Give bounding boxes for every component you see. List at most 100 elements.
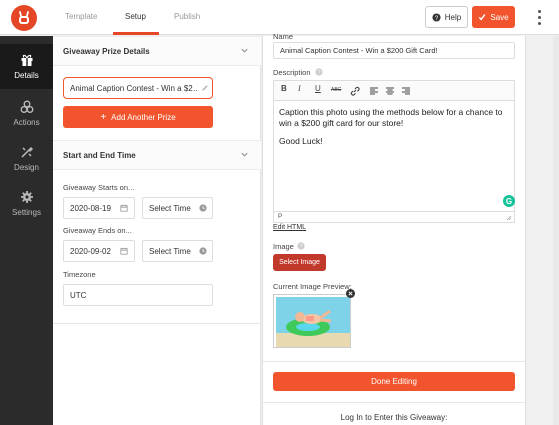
image-label: Image	[273, 242, 294, 251]
sidebar-item-label: Design	[14, 163, 39, 172]
pencil-icon[interactable]	[201, 84, 209, 92]
timezone-value: UTC	[70, 290, 87, 300]
tab-setup[interactable]: Setup	[125, 12, 146, 21]
start-time-field[interactable]: Select Time	[142, 197, 213, 219]
active-tab-indicator	[113, 32, 159, 35]
underline-button[interactable]: U	[315, 84, 321, 93]
sidebar-item-label: Details	[14, 71, 39, 80]
image-preview	[273, 289, 355, 348]
clock-icon	[199, 204, 207, 212]
help-button[interactable]: ? Help	[425, 6, 468, 28]
strikethrough-button[interactable]: ABC	[331, 87, 341, 93]
start-date-field[interactable]: 2020-08-19	[63, 197, 135, 219]
name-label: Name	[273, 32, 294, 41]
remove-image-icon[interactable]	[346, 289, 355, 298]
calendar-icon	[120, 247, 128, 255]
prize-name-field[interactable]: Animal Caption Contest - Win a $2…	[63, 77, 213, 99]
divider	[263, 361, 525, 362]
top-bar: Template Setup Publish ? Help Save	[0, 0, 559, 35]
add-prize-button[interactable]: + Add Another Prize	[63, 106, 213, 128]
align-center-icon[interactable]	[385, 86, 395, 96]
sidebar-item-label: Settings	[12, 208, 41, 217]
element-path: P	[278, 213, 283, 220]
timezone-label: Timezone	[63, 270, 96, 279]
more-options-icon[interactable]	[535, 8, 543, 26]
rich-text-editor[interactable]: B I U ABC Caption this photo using the m…	[273, 80, 515, 223]
link-icon[interactable]	[350, 86, 360, 96]
chevron-down-icon	[241, 152, 248, 157]
editor-toolbar: B I U ABC	[274, 81, 514, 101]
starts-label: Giveaway Starts on...	[63, 183, 135, 192]
tab-publish[interactable]: Publish	[174, 12, 200, 21]
sidebar-item-label: Actions	[13, 118, 40, 127]
sidebar-item-details[interactable]: Details	[0, 44, 53, 89]
section-title: Giveaway Prize Details	[63, 47, 150, 56]
align-right-icon[interactable]	[401, 86, 411, 96]
title-field[interactable]: Animal Caption Contest - Win a $200 Gift…	[273, 42, 515, 59]
description-line: win a $200 gift card for our store!	[279, 118, 404, 128]
current-preview-label: Current Image Preview:	[273, 282, 352, 291]
svg-text:?: ?	[299, 244, 302, 250]
prize-name-value: Animal Caption Contest - Win a $2…	[70, 83, 198, 93]
sidebar-nav: Details Actions Design Settings	[0, 36, 53, 425]
divider	[263, 402, 525, 403]
end-time-field[interactable]: Select Time	[142, 240, 213, 262]
help-label: Help	[444, 12, 462, 22]
check-icon	[479, 14, 486, 21]
description-line: Caption this photo using the methods bel…	[279, 107, 503, 117]
end-date-field[interactable]: 2020-09-02	[63, 240, 135, 262]
tab-template[interactable]: Template	[65, 12, 97, 21]
actions-icon	[20, 100, 33, 113]
app-logo[interactable]	[11, 5, 37, 31]
timezone-field[interactable]: UTC	[63, 284, 213, 306]
sidebar-item-actions[interactable]: Actions	[0, 91, 53, 136]
chevron-down-icon	[241, 48, 248, 53]
title-value: Animal Caption Contest - Win a $200 Gift…	[280, 46, 438, 55]
select-image-label: Select Image	[279, 259, 320, 266]
edit-html-link[interactable]: Edit HTML	[273, 224, 306, 231]
settings-panel: Giveaway Prize Details Animal Caption Co…	[53, 36, 261, 425]
resize-handle-icon[interactable]	[506, 215, 512, 221]
svg-text:?: ?	[317, 70, 320, 76]
divider	[53, 323, 261, 324]
description-label: Description	[273, 68, 311, 77]
bold-button[interactable]: B	[281, 84, 287, 93]
add-prize-label: Add Another Prize	[111, 112, 176, 122]
gear-icon	[20, 191, 33, 203]
question-circle-icon: ?	[432, 12, 441, 21]
align-left-icon[interactable]	[369, 86, 379, 96]
help-circle-icon[interactable]: ?	[315, 68, 323, 76]
sidebar-item-settings[interactable]: Settings	[0, 181, 53, 226]
clock-icon	[199, 247, 207, 255]
rafflepress-logo-icon	[19, 11, 29, 24]
svg-text:?: ?	[435, 14, 439, 21]
baby-in-pool-image	[276, 297, 350, 347]
editor-statusbar: P	[274, 211, 514, 222]
start-time-value: Select Time	[149, 203, 191, 213]
ends-label: Giveaway Ends on...	[63, 226, 132, 235]
done-editing-button[interactable]: Done Editing	[273, 372, 515, 391]
preview-area: Name Animal Caption Contest - Win a $200…	[262, 32, 559, 425]
save-label: Save	[490, 12, 509, 22]
sidebar-item-design[interactable]: Design	[0, 136, 53, 181]
login-prompt: Log In to Enter this Giveaway:	[340, 413, 448, 422]
section-title: Start and End Time	[63, 151, 136, 160]
help-circle-icon[interactable]: ?	[297, 242, 305, 250]
time-section-header[interactable]: Start and End Time	[53, 140, 261, 170]
end-time-value: Select Time	[149, 246, 191, 256]
giveaway-preview-card: Name Animal Caption Contest - Win a $200…	[262, 32, 526, 425]
done-editing-label: Done Editing	[371, 377, 417, 386]
italic-button[interactable]: I	[298, 84, 301, 93]
scrollbar[interactable]	[553, 36, 559, 425]
description-line: Good Luck!	[279, 136, 323, 146]
save-button[interactable]: Save	[472, 6, 515, 28]
end-date-value: 2020-09-02	[70, 246, 111, 256]
design-icon	[20, 146, 33, 158]
start-date-value: 2020-08-19	[70, 203, 111, 213]
calendar-icon	[120, 204, 128, 212]
select-image-button[interactable]: Select Image	[273, 254, 326, 271]
plus-icon: +	[100, 111, 107, 123]
editor-content[interactable]: Caption this photo using the methods bel…	[279, 107, 503, 147]
prize-section-header[interactable]: Giveaway Prize Details	[53, 36, 261, 66]
grammarly-icon[interactable]: G	[503, 195, 515, 207]
